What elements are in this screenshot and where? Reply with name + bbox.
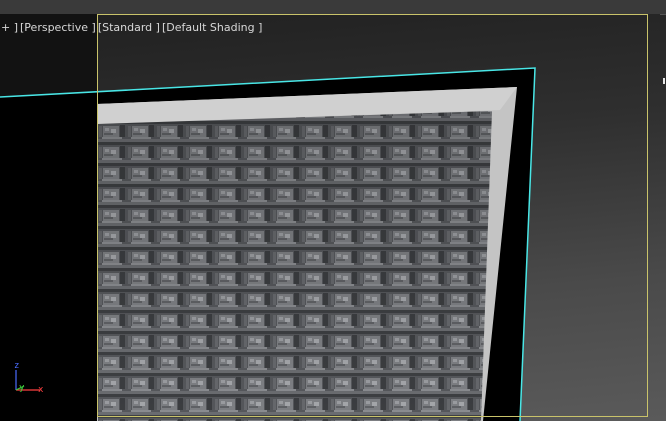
render-style-label[interactable]: [Standard ] [97,21,161,34]
axis-y-label: y [19,383,25,393]
axis-tripod-icon: z y x [8,362,48,398]
axis-z-label: z [14,361,20,371]
mesh-panel-shading [98,111,492,421]
axis-x-label: x [38,385,44,395]
viewport-corner-marker [660,14,666,15]
viewport-scene[interactable] [0,0,666,421]
perspective-viewport[interactable]: + ] [Perspective ] [Standard ] [Default … [0,0,666,421]
viewport-plus-menu[interactable]: + ] [0,21,19,34]
viewport-label-menu: + ] [Perspective ] [Standard ] [Default … [0,19,263,35]
viewport-edge-marker [663,78,665,84]
view-mode-label[interactable]: [Perspective ] [19,21,97,34]
shading-mode-label[interactable]: [Default Shading ] [161,21,263,34]
